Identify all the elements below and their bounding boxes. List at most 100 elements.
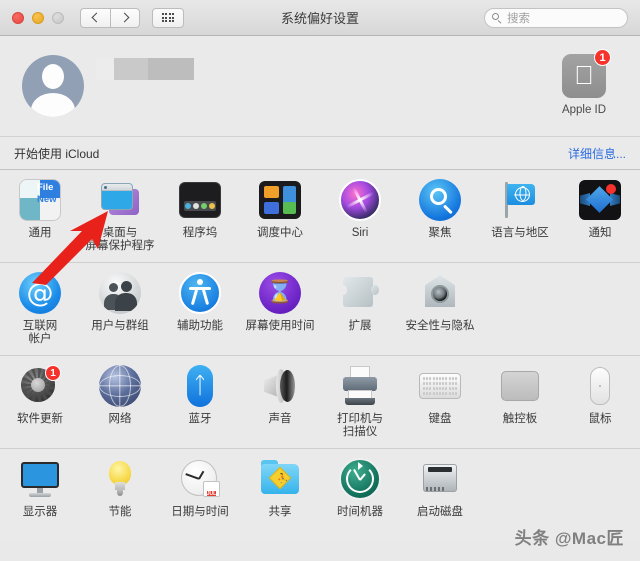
pref-item-internet-accounts[interactable]: @ 互联网 帐户 [0, 271, 80, 349]
pref-label: 用户与群组 [91, 320, 149, 332]
pref-label: 通用 [28, 227, 52, 239]
pref-item-network[interactable]: 网络 [80, 364, 160, 442]
icloud-banner: 开始使用 iCloud 详细信息... [0, 136, 640, 170]
system-preferences-window: 系统偏好设置 搜索  1 Apple ID 开始使用 iCloud 详细信息. [0, 0, 640, 561]
pref-item-bluetooth[interactable]: ᛏ 蓝牙 [160, 364, 240, 442]
avatar[interactable] [22, 55, 84, 117]
pref-item-time-machine[interactable]: 时间机器 [320, 457, 400, 535]
keyboard-icon [418, 364, 462, 408]
date-time-icon: JUL 18 [178, 457, 222, 501]
close-button[interactable] [12, 11, 24, 24]
pref-label: 日期与时间 [171, 506, 229, 518]
pref-item-language-region[interactable]: 语言与地区 [480, 178, 560, 256]
printers-scanners-icon [338, 364, 382, 408]
network-icon [98, 364, 142, 408]
energy-saver-icon [98, 457, 142, 501]
notifications-icon [578, 178, 622, 222]
pref-label: 声音 [268, 413, 292, 425]
trackpad-icon [498, 364, 542, 408]
search-placeholder: 搜索 [507, 13, 530, 25]
sound-icon [258, 364, 302, 408]
pref-label: 触控板 [502, 413, 538, 425]
back-button[interactable] [80, 7, 110, 28]
pref-item-keyboard[interactable]: 键盘 [400, 364, 480, 442]
chevron-left-icon [91, 12, 102, 23]
search-icon [492, 13, 502, 23]
screen-time-icon: ⌛ [258, 271, 302, 315]
pref-item-accessibility[interactable]: 辅助功能 [160, 271, 240, 349]
pref-label: Siri [351, 227, 369, 239]
sharing-icon: ⛹ [258, 457, 302, 501]
navigation-buttons [80, 7, 140, 28]
pref-item-empty [560, 271, 640, 349]
pref-label: 通知 [588, 227, 612, 239]
pref-item-screen-time[interactable]: ⌛ 屏幕使用时间 [240, 271, 320, 349]
desktop-screensaver-icon [98, 178, 142, 222]
show-all-button[interactable] [152, 7, 184, 28]
pref-item-extensions[interactable]: 扩展 [320, 271, 400, 349]
spotlight-icon [418, 178, 462, 222]
forward-button[interactable] [110, 7, 140, 28]
general-icon-text-1: File [37, 182, 54, 193]
pref-item-users-groups[interactable]: 用户与群组 [80, 271, 160, 349]
internet-accounts-icon: @ [18, 271, 62, 315]
pref-item-printers-scanners[interactable]: 打印机与 扫描仪 [320, 364, 400, 442]
pref-row: @ 互联网 帐户 用户与群组 辅助功能 ⌛ 屏幕使用时间 扩展 安全性与隐私 [0, 263, 640, 355]
pref-label: 蓝牙 [188, 413, 212, 425]
avatar-body [31, 93, 75, 117]
account-header:  1 Apple ID [0, 36, 640, 136]
apple-id-tile[interactable]:  1 Apple ID [546, 49, 622, 116]
users-groups-icon [98, 271, 142, 315]
pref-item-siri[interactable]: Siri [320, 178, 400, 256]
window-titlebar: 系统偏好设置 搜索 [0, 0, 640, 36]
pref-item-software-update[interactable]: 1 软件更新 [0, 364, 80, 442]
pref-item-sound[interactable]: 声音 [240, 364, 320, 442]
mouse-icon [578, 364, 622, 408]
pref-item-mouse[interactable]: 鼠标 [560, 364, 640, 442]
zoom-button [52, 11, 64, 24]
icloud-details-link[interactable]: 详细信息... [568, 145, 626, 162]
pref-item-sharing[interactable]: ⛹ 共享 [240, 457, 320, 535]
pref-row-group-3: 1 软件更新 网络 ᛏ 蓝牙 声音 打印机与 扫描仪 键盘 触控板 鼠标 [0, 356, 640, 449]
apple-id-badge: 1 [594, 49, 611, 66]
pref-label: 显示器 [22, 506, 58, 518]
pref-label: 扩展 [348, 320, 372, 332]
pref-label: 桌面与 屏幕保护程序 [85, 227, 155, 252]
pref-item-dock[interactable]: 程序坞 [160, 178, 240, 256]
pref-item-date-time[interactable]: JUL 18 日期与时间 [160, 457, 240, 535]
pref-item-displays[interactable]: 显示器 [0, 457, 80, 535]
accessibility-icon [178, 271, 222, 315]
pref-label: 节能 [108, 506, 132, 518]
pref-item-security-privacy[interactable]: 安全性与隐私 [400, 271, 480, 349]
siri-icon [338, 178, 382, 222]
pref-item-general[interactable]: File New 通用 [0, 178, 80, 256]
pref-item-notifications[interactable]: 通知 [560, 178, 640, 256]
pref-item-startup-disk[interactable]: 启动磁盘 [400, 457, 480, 535]
pref-label: 辅助功能 [177, 320, 223, 332]
bluetooth-icon: ᛏ [178, 364, 222, 408]
apple-id-icon-wrap:  1 [562, 49, 611, 98]
watermark: 头条 @Mac匠 [514, 529, 624, 548]
pref-label: 共享 [268, 506, 292, 518]
pref-label: 屏幕使用时间 [245, 320, 315, 332]
pref-row-group-1: File New 通用 桌面与 屏幕保护程序 程序坞 调度中心 Siri 聚焦 … [0, 170, 640, 263]
pref-item-spotlight[interactable]: 聚焦 [400, 178, 480, 256]
search-input[interactable]: 搜索 [484, 8, 628, 28]
calendar-month: JUL [206, 491, 217, 497]
minimize-button[interactable] [32, 11, 44, 24]
pref-item-desktop-screensaver[interactable]: 桌面与 屏幕保护程序 [80, 178, 160, 256]
preference-pane-grid: File New 通用 桌面与 屏幕保护程序 程序坞 调度中心 Siri 聚焦 … [0, 170, 640, 541]
icloud-prompt-text: 开始使用 iCloud [14, 146, 100, 161]
pref-label: 键盘 [428, 413, 452, 425]
grid-view-icon [161, 12, 175, 23]
pref-item-mission-control[interactable]: 调度中心 [240, 178, 320, 256]
pref-item-trackpad[interactable]: 触控板 [480, 364, 560, 442]
pref-item-energy-saver[interactable]: 节能 [80, 457, 160, 535]
account-name-redacted [96, 58, 194, 80]
mission-control-icon [258, 178, 302, 222]
language-region-icon [498, 178, 542, 222]
extensions-icon [338, 271, 382, 315]
pref-label: 程序坞 [182, 227, 218, 239]
pref-label: 时间机器 [337, 506, 383, 518]
pref-item-empty [480, 271, 560, 349]
